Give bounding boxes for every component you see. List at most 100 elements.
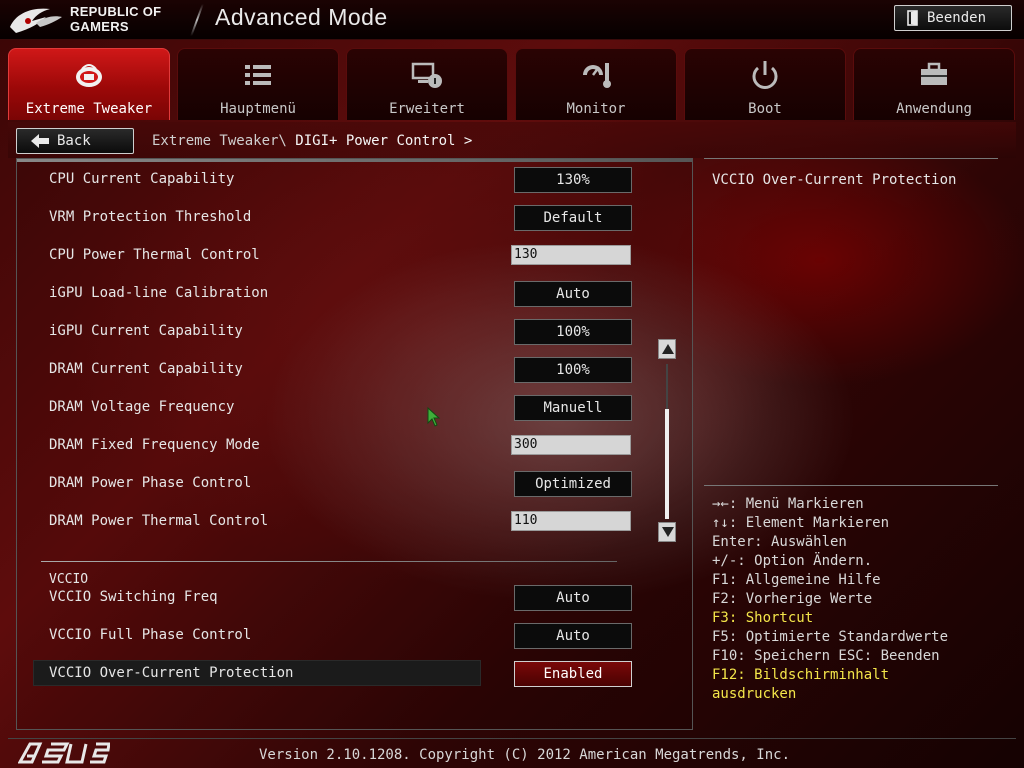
breadcrumb-path[interactable]: Extreme Tweaker\ xyxy=(152,133,287,149)
dram-power-phase-control-select[interactable]: Optimized xyxy=(514,471,632,497)
arrow-down-icon xyxy=(662,527,674,537)
setting-row-cpu-current-capability[interactable]: CPU Current Capability 130% xyxy=(41,165,641,197)
setting-label: VCCIO Over-Current Protection xyxy=(49,665,294,681)
section-divider xyxy=(41,561,617,562)
setting-row-dram-voltage-frequency[interactable]: DRAM Voltage Frequency Manuell xyxy=(41,393,641,425)
tab-anwendung[interactable]: Anwendung xyxy=(853,48,1015,120)
hotkey-item-select: ↑↓: Element Markieren xyxy=(712,515,890,531)
setting-label: VRM Protection Threshold xyxy=(49,209,252,225)
cpu-current-capability-select[interactable]: 130% xyxy=(514,167,632,193)
setting-row-vccio-switching-freq[interactable]: VCCIO Switching Freq Auto xyxy=(41,583,641,615)
vccio-full-phase-control-select[interactable]: Auto xyxy=(514,623,632,649)
breadcrumb-current: DIGI+ Power Control > xyxy=(295,133,473,149)
asus-logo-icon xyxy=(18,742,110,764)
help-description: VCCIO Over-Current Protection xyxy=(712,172,957,188)
setting-row-dram-power-thermal-control[interactable]: DRAM Power Thermal Control 110 xyxy=(41,507,641,539)
exit-button[interactable]: Beenden xyxy=(894,5,1012,31)
brand-text: REPUBLIC OF GAMERS xyxy=(70,4,161,34)
hotkey-enter: Enter: Auswählen xyxy=(712,534,847,550)
cpu-power-thermal-control-input[interactable]: 130 xyxy=(511,245,631,265)
scroll-down-button[interactable] xyxy=(658,522,676,542)
vccio-switching-freq-select[interactable]: Auto xyxy=(514,585,632,611)
tab-boot[interactable]: Boot xyxy=(684,48,846,120)
setting-row-igpu-current-capability[interactable]: iGPU Current Capability 100% xyxy=(41,317,641,349)
brand-line-2: GAMERS xyxy=(70,19,129,34)
brand-line-1: REPUBLIC OF xyxy=(70,4,162,19)
help-panel: VCCIO Over-Current Protection →←: Menü M… xyxy=(704,158,998,730)
tab-monitor[interactable]: Monitor xyxy=(515,48,677,120)
back-button-label: Back xyxy=(57,133,91,149)
setting-label: iGPU Load-line Calibration xyxy=(49,285,269,301)
tab-label: Extreme Tweaker xyxy=(25,101,153,117)
arrow-up-icon xyxy=(662,344,674,354)
help-divider-top xyxy=(704,158,998,159)
hotkey-f12-screenshot[interactable]: F12: Bildschirminhalt xyxy=(712,666,998,685)
tab-label: Anwendung xyxy=(896,101,972,117)
setting-row-igpu-load-line-calibration[interactable]: iGPU Load-line Calibration Auto xyxy=(41,279,641,311)
setting-label: CPU Power Thermal Control xyxy=(49,247,260,263)
setting-label: DRAM Power Phase Control xyxy=(49,475,252,491)
tab-label: Hauptmenü xyxy=(220,101,296,117)
setting-label: CPU Current Capability xyxy=(49,171,235,187)
dram-voltage-frequency-select[interactable]: Manuell xyxy=(514,395,632,421)
navigation-bar: Back Extreme Tweaker\ DIGI+ Power Contro… xyxy=(8,122,1016,158)
hotkey-f2-previous: F2: Vorherige Werte xyxy=(712,591,873,607)
setting-label: DRAM Fixed Frequency Mode xyxy=(49,437,260,453)
tab-erweitert[interactable]: Erweitert xyxy=(346,48,508,120)
hotkey-f10-save-esc-exit: F10: Speichern ESC: Beenden xyxy=(712,648,940,664)
list-icon xyxy=(245,65,271,85)
footer-divider xyxy=(8,738,1016,739)
dram-power-thermal-control-input[interactable]: 110 xyxy=(511,511,631,531)
scrollbar-thumb[interactable] xyxy=(665,409,669,519)
vrm-protection-threshold-select[interactable]: Default xyxy=(514,205,632,231)
header-divider xyxy=(190,4,204,36)
monitor-icon xyxy=(583,63,611,88)
toolbox-icon xyxy=(921,62,947,85)
tweaker-icon xyxy=(76,64,102,87)
tab-label: Boot xyxy=(748,101,782,117)
power-icon xyxy=(752,61,778,89)
version-copyright: Version 2.10.1208. Copyright (C) 2012 Am… xyxy=(259,747,791,763)
hotkey-change-option: +/-: Option Ändern. xyxy=(712,553,873,569)
setting-label: VCCIO Switching Freq xyxy=(49,589,218,605)
tab-hauptmenu[interactable]: Hauptmenü xyxy=(177,48,339,120)
exit-button-label: Beenden xyxy=(927,10,987,26)
vccio-over-current-protection-select[interactable]: Enabled xyxy=(514,661,632,687)
igpu-current-capability-select[interactable]: 100% xyxy=(514,319,632,345)
tab-extreme-tweaker[interactable]: Extreme Tweaker xyxy=(8,48,170,120)
mouse-pointer-icon xyxy=(427,407,441,427)
setting-row-dram-power-phase-control[interactable]: DRAM Power Phase Control Optimized xyxy=(41,469,641,501)
tab-label: Erweitert xyxy=(389,101,465,117)
back-button[interactable]: Back xyxy=(16,128,134,154)
setting-row-vrm-protection-threshold[interactable]: VRM Protection Threshold Default xyxy=(41,203,641,235)
dram-fixed-frequency-mode-input[interactable]: 300 xyxy=(511,435,631,455)
scroll-up-button[interactable] xyxy=(658,339,676,359)
setting-row-vccio-over-current-protection[interactable]: VCCIO Over-Current Protection Enabled xyxy=(33,659,641,691)
setting-label: DRAM Power Thermal Control xyxy=(49,513,269,529)
hotkey-list: →←: Menü Markieren ↑↓: Element Markieren… xyxy=(712,495,998,704)
setting-label: DRAM Voltage Frequency xyxy=(49,399,235,415)
hotkey-f1-help: F1: Allgemeine Hilfe xyxy=(712,572,881,588)
exit-door-icon xyxy=(907,10,918,26)
dram-current-capability-select[interactable]: 100% xyxy=(514,357,632,383)
igpu-load-line-calibration-select[interactable]: Auto xyxy=(514,281,632,307)
setting-label: VCCIO Full Phase Control xyxy=(49,627,252,643)
setting-row-dram-fixed-frequency-mode[interactable]: DRAM Fixed Frequency Mode 300 xyxy=(41,431,641,463)
setting-row-vccio-full-phase-control[interactable]: VCCIO Full Phase Control Auto xyxy=(41,621,641,653)
main-tabs: Extreme Tweaker Hauptmenü Erweitert Moni… xyxy=(0,48,1024,120)
page-title: Advanced Mode xyxy=(215,4,388,30)
back-arrow-icon xyxy=(31,134,49,148)
setting-row-dram-current-capability[interactable]: DRAM Current Capability 100% xyxy=(41,355,641,387)
setting-label: iGPU Current Capability xyxy=(49,323,243,339)
setting-label: DRAM Current Capability xyxy=(49,361,243,377)
advanced-icon xyxy=(411,62,442,88)
hotkey-f3-shortcut[interactable]: F3: Shortcut xyxy=(712,609,998,628)
help-divider-middle xyxy=(704,485,998,486)
breadcrumb: Extreme Tweaker\ DIGI+ Power Control > xyxy=(152,133,472,149)
hotkey-f5-defaults: F5: Optimierte Standardwerte xyxy=(712,629,949,645)
tab-label: Monitor xyxy=(566,101,626,117)
hotkey-f12-screenshot-cont[interactable]: ausdrucken xyxy=(712,685,998,704)
hotkey-menu-select: →←: Menü Markieren xyxy=(712,496,864,512)
setting-row-cpu-power-thermal-control[interactable]: CPU Power Thermal Control 130 xyxy=(41,241,641,273)
header-bar: REPUBLIC OF GAMERS Advanced Mode Beenden xyxy=(0,0,1024,40)
